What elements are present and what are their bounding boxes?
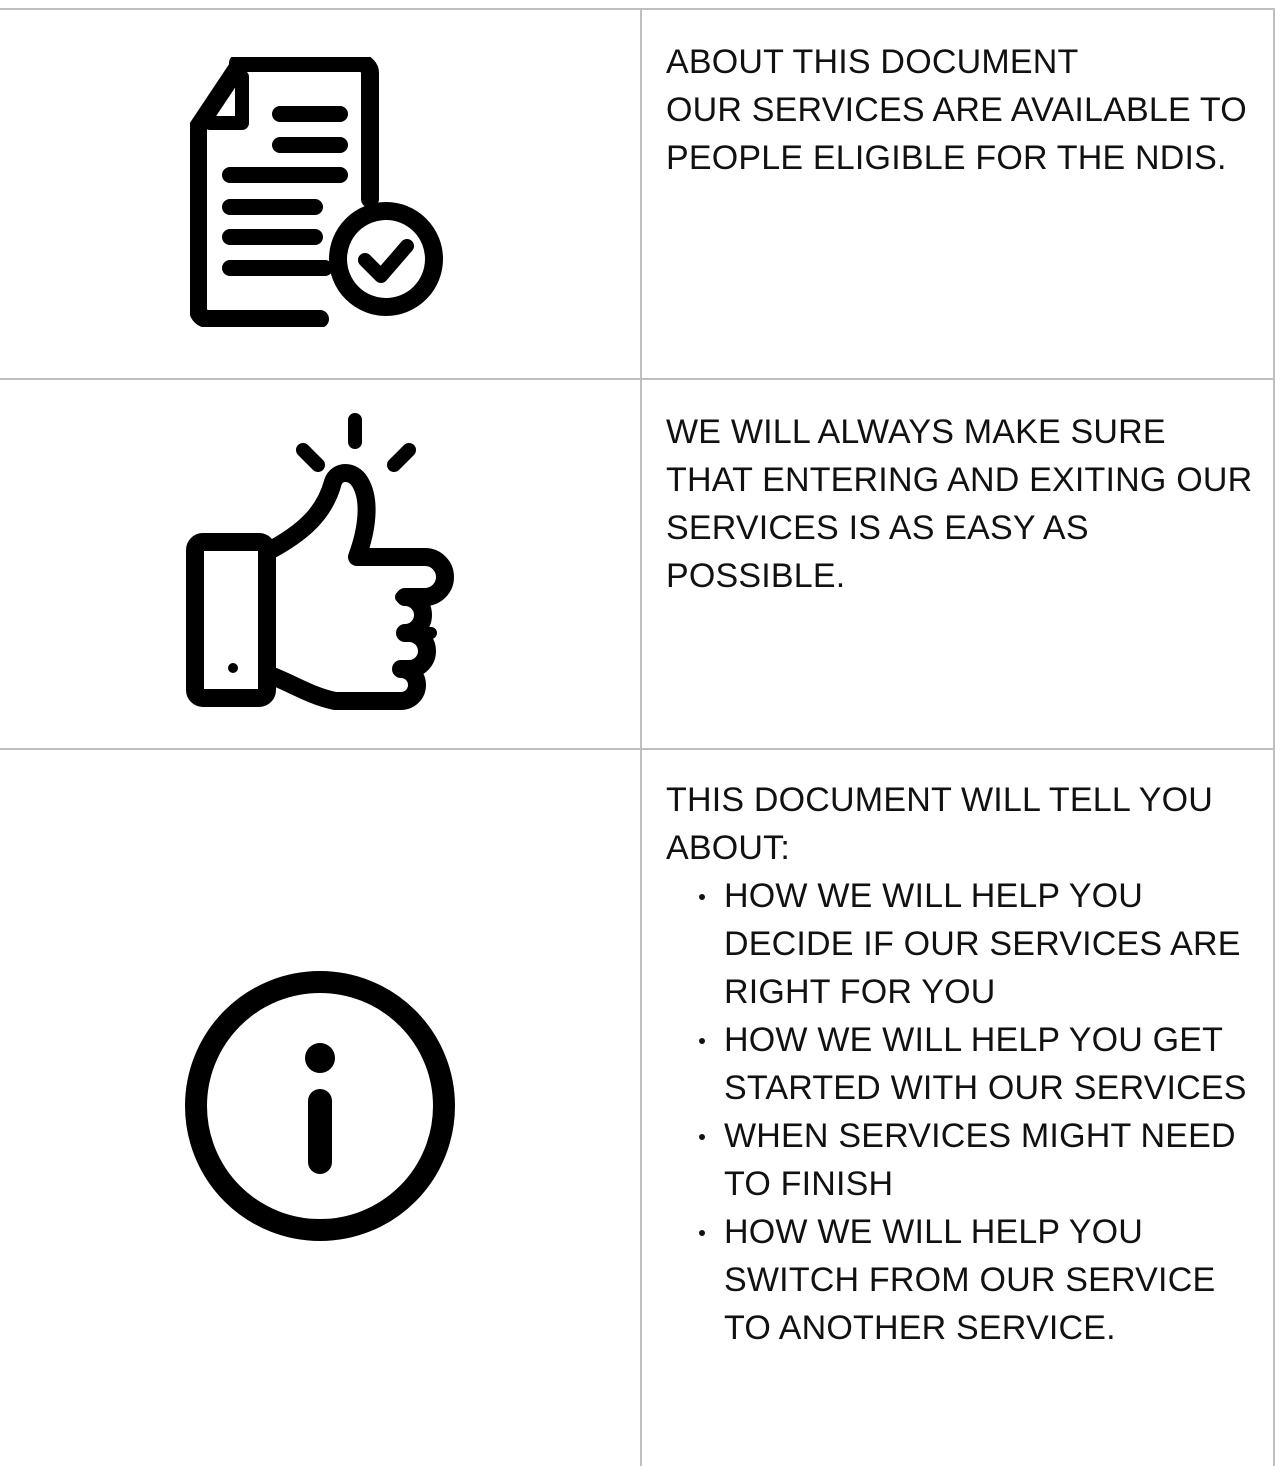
section-heading: ABOUT THIS DOCUMENT [666,43,1079,81]
paragraph: WE WILL ALWAYS MAKE SURE THAT ENTERING A… [666,413,1253,595]
list-item: HOW WE WILL HELP YOU SWITCH FROM OUR SER… [699,1208,1255,1352]
table-row: THIS DOCUMENT WILL TELL YOU ABOUT: HOW W… [0,748,1275,1466]
easy-read-page: ABOUT THIS DOCUMENT OUR SERVICES ARE AVA… [0,0,1275,1466]
list-intro: THIS DOCUMENT WILL TELL YOU ABOUT: [666,781,1213,867]
topic-list: HOW WE WILL HELP YOU DECIDE IF OUR SERVI… [666,872,1255,1352]
thumbs-up-icon [185,412,455,716]
list-item: HOW WE WILL HELP YOU DECIDE IF OUR SERVI… [699,872,1255,1016]
text-cell: THIS DOCUMENT WILL TELL YOU ABOUT: HOW W… [640,748,1275,1466]
text-cell: WE WILL ALWAYS MAKE SURE THAT ENTERING A… [640,378,1275,750]
table-row: ABOUT THIS DOCUMENT OUR SERVICES ARE AVA… [0,8,1275,380]
list-item: WHEN SERVICES MIGHT NEED TO FINISH [699,1112,1255,1208]
content-table: ABOUT THIS DOCUMENT OUR SERVICES ARE AVA… [0,8,1275,1466]
icon-cell [0,378,642,750]
info-icon [180,970,460,1250]
icon-cell [0,748,642,1466]
icon-cell [0,8,642,380]
document-check-icon [190,56,450,331]
text-cell: ABOUT THIS DOCUMENT OUR SERVICES ARE AVA… [640,8,1275,380]
table-row: WE WILL ALWAYS MAKE SURE THAT ENTERING A… [0,378,1275,750]
list-item: HOW WE WILL HELP YOU GET STARTED WITH OU… [699,1016,1255,1112]
paragraph: OUR SERVICES ARE AVAILABLE TO PEOPLE ELI… [666,91,1247,177]
